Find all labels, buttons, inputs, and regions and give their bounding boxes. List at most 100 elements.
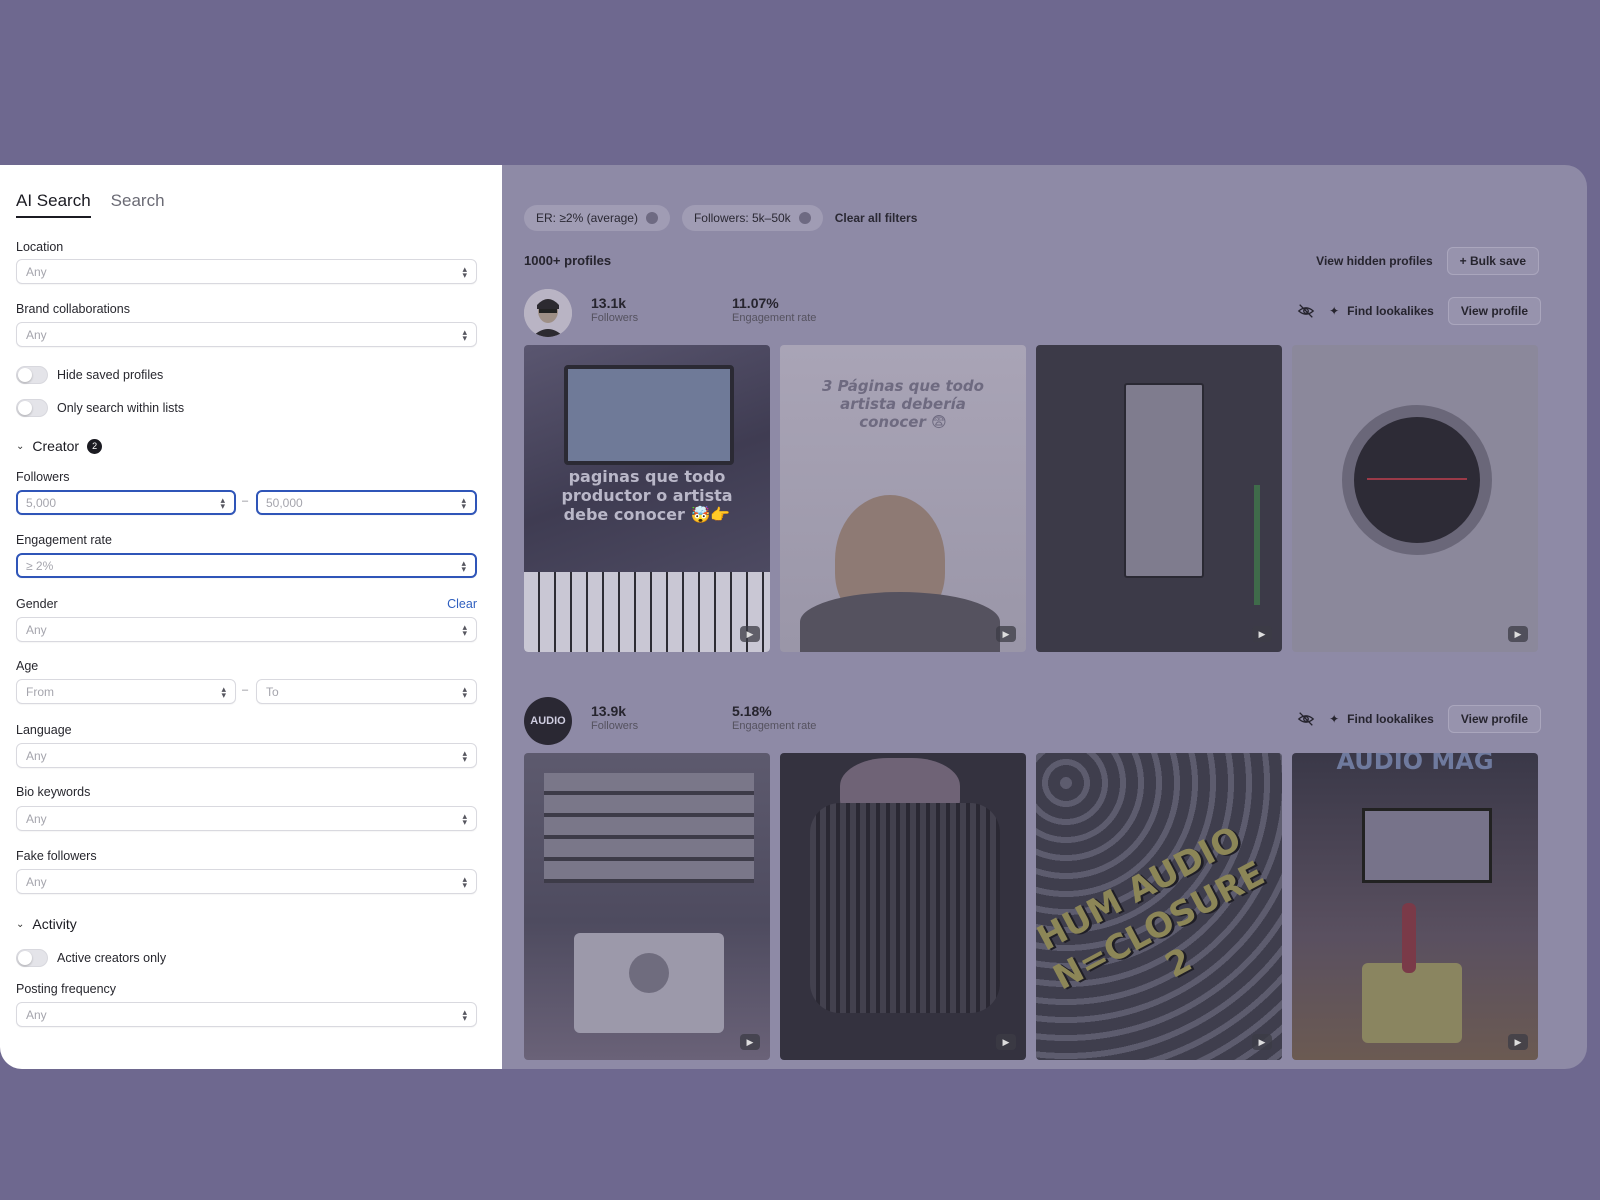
- search-tabs: AI Search Search: [16, 191, 165, 218]
- chevron-updown-icon: ▴ ▾: [221, 683, 226, 700]
- avatar-image: [524, 289, 572, 337]
- engagement-label: Engagement rate: [732, 720, 817, 732]
- results-panel: ER: ≥2% (average) Followers: 5k–50k Clea…: [502, 165, 1587, 1069]
- avatar[interactable]: [524, 289, 572, 337]
- eye-off-icon[interactable]: [1297, 710, 1315, 728]
- only-lists-row: Only search within lists: [16, 399, 184, 417]
- range-dash: –: [242, 495, 249, 507]
- microphone-shape: [1402, 903, 1416, 973]
- tab-ai-search[interactable]: AI Search: [16, 191, 91, 218]
- chevron-updown-icon: ▴ ▾: [462, 621, 467, 638]
- gender-label: Gender: [16, 597, 58, 611]
- location-label: Location: [16, 240, 64, 254]
- post-thumbnail[interactable]: ▶: [1292, 345, 1538, 652]
- range-dash: –: [242, 684, 249, 696]
- fake-label: Fake followers: [16, 849, 97, 863]
- rack-gear-shape: [544, 773, 754, 883]
- post-thumbnail[interactable]: HUM AUDIO N=CLOSURE 2 ▶: [1036, 753, 1282, 1060]
- video-icon: ▶: [1508, 626, 1528, 642]
- bio-select[interactable]: Any ▴ ▾: [16, 806, 477, 831]
- engagement-select[interactable]: ≥ 2% ▴ ▾: [16, 553, 477, 578]
- clear-all-filters-link[interactable]: Clear all filters: [835, 211, 918, 225]
- shirt-shape: [800, 592, 1000, 652]
- filter-chip-followers[interactable]: Followers: 5k–50k: [681, 205, 823, 231]
- chevron-updown-icon: ▴ ▾: [462, 263, 467, 280]
- video-icon: ▶: [740, 626, 760, 642]
- video-icon: ▶: [740, 1034, 760, 1050]
- location-select[interactable]: Any ▴ ▾: [16, 259, 477, 284]
- avatar-logo-text: AUDIO: [530, 715, 566, 727]
- posting-value: Any: [26, 1008, 47, 1022]
- age-to-select[interactable]: To ▴ ▾: [256, 679, 477, 704]
- monitor-shape: [564, 365, 734, 465]
- followers-min-input[interactable]: 5,000 ▴ ▾: [16, 490, 236, 515]
- active-filter-chips: ER: ≥2% (average) Followers: 5k–50k Clea…: [524, 205, 917, 231]
- post-thumbnail[interactable]: 3 Páginas que todo artista debería conoc…: [780, 345, 1026, 652]
- sparkle-icon: ✦: [1329, 304, 1340, 318]
- posting-select[interactable]: Any ▴ ▾: [16, 1002, 477, 1027]
- location-value: Any: [26, 265, 47, 279]
- engagement-stat: 5.18% Engagement rate: [732, 703, 816, 732]
- gender-clear-link[interactable]: Clear: [447, 597, 477, 611]
- brand-select[interactable]: Any ▴ ▾: [16, 322, 477, 347]
- eye-off-icon[interactable]: [1297, 302, 1315, 320]
- followers-label: Followers: [591, 720, 639, 732]
- chevron-updown-icon: ▴ ▾: [220, 494, 225, 511]
- post-thumbnail[interactable]: ▶: [1036, 345, 1282, 652]
- language-label: Language: [16, 723, 72, 737]
- fake-value: Any: [26, 875, 47, 889]
- post-caption: 3 Páginas que todo artista debería conoc…: [822, 377, 984, 431]
- hide-saved-toggle[interactable]: [16, 366, 48, 384]
- view-profile-button[interactable]: View profile: [1447, 297, 1541, 325]
- tab-search[interactable]: Search: [111, 191, 165, 218]
- creator-title: Creator: [32, 438, 80, 454]
- chip-label: ER: ≥2% (average): [536, 211, 638, 225]
- view-profile-button[interactable]: View profile: [1447, 705, 1541, 733]
- engagement-value: 11.07%: [732, 295, 779, 311]
- followers-max-input[interactable]: 50,000 ▴ ▾: [256, 490, 477, 515]
- knob-shape: [1342, 405, 1492, 555]
- active-only-toggle[interactable]: [16, 949, 48, 967]
- engagement-label: Engagement rate: [16, 533, 112, 547]
- followers-stat: 13.1k Followers: [591, 295, 638, 324]
- view-hidden-profiles-link[interactable]: View hidden profiles: [1316, 254, 1432, 268]
- post-thumbnails: ▶ ▶ HUM AUDIO N=CLOSURE 2 ▶ AUDIO MAG ▶: [524, 753, 1538, 1060]
- chevron-updown-icon: ▴ ▾: [461, 557, 466, 574]
- sparkle-icon: ✦: [1329, 712, 1340, 726]
- chevron-down-icon: ⌄: [16, 918, 25, 930]
- post-thumbnail[interactable]: ▶: [780, 753, 1026, 1060]
- post-thumbnail[interactable]: paginas que todo productor o artista deb…: [524, 345, 770, 652]
- find-lookalikes-label: Find lookalikes: [1347, 712, 1434, 726]
- age-from-value: From: [26, 685, 54, 699]
- bulk-save-button[interactable]: + Bulk save: [1446, 247, 1539, 275]
- age-from-select[interactable]: From ▴ ▾: [16, 679, 236, 704]
- age-to-value: To: [266, 685, 279, 699]
- active-only-label: Active creators only: [57, 951, 167, 965]
- find-lookalikes-button[interactable]: ✦ Find lookalikes: [1329, 304, 1434, 318]
- meter-shape: [1254, 485, 1260, 605]
- preamp-shape: [1362, 963, 1462, 1043]
- fake-select[interactable]: Any ▴ ▾: [16, 869, 477, 894]
- profile-card: AUDIO 13.9k Followers 5.18% Engagement r…: [524, 697, 1541, 1060]
- gender-select[interactable]: Any ▴ ▾: [16, 617, 477, 642]
- post-thumbnail[interactable]: AUDIO MAG ▶: [1292, 753, 1538, 1060]
- remove-chip-icon[interactable]: [645, 212, 658, 224]
- chip-label: Followers: 5k–50k: [693, 211, 791, 225]
- chevron-updown-icon: ▴ ▾: [462, 747, 467, 764]
- post-caption: AUDIO MAG: [1336, 753, 1494, 775]
- remove-chip-icon[interactable]: [798, 212, 811, 224]
- engagement-value: 5.18%: [732, 703, 772, 719]
- age-label: Age: [16, 659, 39, 673]
- language-select[interactable]: Any ▴ ▾: [16, 743, 477, 768]
- followers-label: Followers: [591, 312, 639, 324]
- filter-chip-er[interactable]: ER: ≥2% (average): [524, 205, 670, 231]
- creator-section-toggle[interactable]: ⌄ Creator 2: [16, 438, 103, 454]
- video-icon: ▶: [1508, 1034, 1528, 1050]
- video-icon: ▶: [1252, 1034, 1272, 1050]
- activity-section-toggle[interactable]: ⌄ Activity: [16, 916, 77, 932]
- post-thumbnail[interactable]: ▶: [524, 753, 770, 1060]
- find-lookalikes-button[interactable]: ✦ Find lookalikes: [1329, 712, 1434, 726]
- only-lists-toggle[interactable]: [16, 399, 48, 417]
- posting-label: Posting frequency: [16, 982, 117, 996]
- avatar[interactable]: AUDIO: [524, 697, 572, 745]
